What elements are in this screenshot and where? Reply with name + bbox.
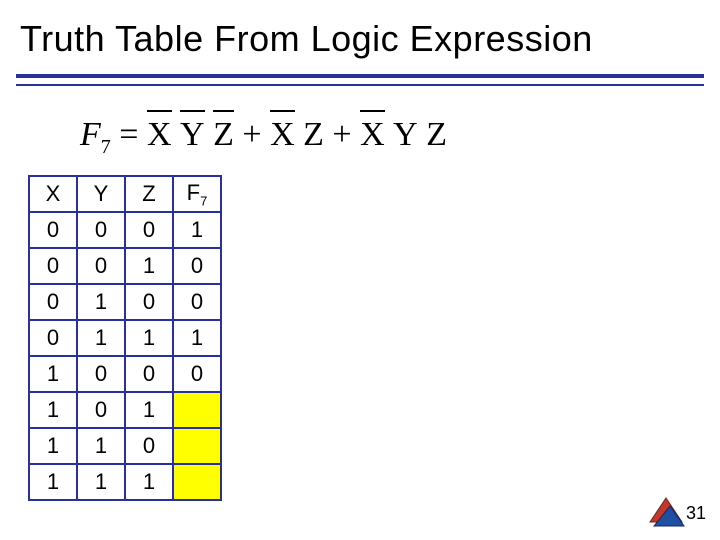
table-row: 0 1 0 0 — [29, 284, 221, 320]
cell-y: 0 — [77, 356, 125, 392]
col-header-x: X — [29, 176, 77, 212]
logo-icon — [646, 492, 686, 532]
term1-z: Z — [213, 110, 234, 154]
cell-z: 0 — [125, 212, 173, 248]
table-row: 0 0 1 0 — [29, 248, 221, 284]
cell-x: 1 — [29, 464, 77, 500]
cell-z: 0 — [125, 356, 173, 392]
truth-table: X Y Z F7 0 0 0 1 0 0 1 0 0 1 0 0 0 1 1 1 — [28, 175, 222, 501]
cell-x: 0 — [29, 320, 77, 356]
cell-f: 1 — [173, 320, 221, 356]
formula-lhs-var: F — [80, 116, 101, 153]
cell-y: 1 — [77, 428, 125, 464]
cell-x: 0 — [29, 248, 77, 284]
cell-y: 1 — [77, 284, 125, 320]
term3-y: Y — [393, 110, 418, 154]
table-row: 1 1 1 — [29, 464, 221, 500]
term1-x: X — [147, 110, 172, 154]
cell-z: 1 — [125, 248, 173, 284]
table-row: 0 1 1 1 — [29, 320, 221, 356]
cell-f — [173, 392, 221, 428]
page-number: 31 — [686, 503, 706, 524]
col-header-y: Y — [77, 176, 125, 212]
cell-z: 1 — [125, 392, 173, 428]
cell-z: 0 — [125, 284, 173, 320]
cell-x: 1 — [29, 428, 77, 464]
term2-z: Z — [303, 110, 324, 154]
cell-f: 0 — [173, 284, 221, 320]
slide: Truth Table From Logic Expression F7 = X… — [0, 0, 720, 540]
cell-z: 1 — [125, 320, 173, 356]
col-header-z: Z — [125, 176, 173, 212]
cell-f: 1 — [173, 212, 221, 248]
cell-x: 0 — [29, 212, 77, 248]
cell-y: 0 — [77, 248, 125, 284]
formula-lhs-sub: 7 — [101, 136, 111, 158]
cell-x: 1 — [29, 392, 77, 428]
cell-f: 0 — [173, 248, 221, 284]
term1-y: Y — [180, 110, 205, 154]
cell-f — [173, 428, 221, 464]
col-header-f: F7 — [173, 176, 221, 212]
equals-sign: = — [119, 116, 138, 153]
col-header-f-label: F — [187, 180, 200, 205]
cell-y: 0 — [77, 212, 125, 248]
cell-f — [173, 464, 221, 500]
plus-1: + — [242, 116, 261, 153]
cell-y: 0 — [77, 392, 125, 428]
cell-f: 0 — [173, 356, 221, 392]
term2-x: X — [270, 110, 295, 154]
table-row: 1 1 0 — [29, 428, 221, 464]
table-row: 0 0 0 1 — [29, 212, 221, 248]
table-row: 1 0 0 0 — [29, 356, 221, 392]
cell-z: 0 — [125, 428, 173, 464]
table-header-row: X Y Z F7 — [29, 176, 221, 212]
logic-formula: F7 = X Y Z + X Z + X Y Z — [0, 86, 720, 175]
page-title: Truth Table From Logic Expression — [0, 0, 720, 66]
col-header-f-sub: 7 — [200, 193, 207, 208]
title-rule — [0, 66, 720, 86]
term3-z: Z — [426, 110, 447, 154]
cell-z: 1 — [125, 464, 173, 500]
table-row: 1 0 1 — [29, 392, 221, 428]
cell-x: 1 — [29, 356, 77, 392]
cell-x: 0 — [29, 284, 77, 320]
plus-2: + — [332, 116, 351, 153]
cell-y: 1 — [77, 320, 125, 356]
cell-y: 1 — [77, 464, 125, 500]
term3-x: X — [360, 110, 385, 154]
